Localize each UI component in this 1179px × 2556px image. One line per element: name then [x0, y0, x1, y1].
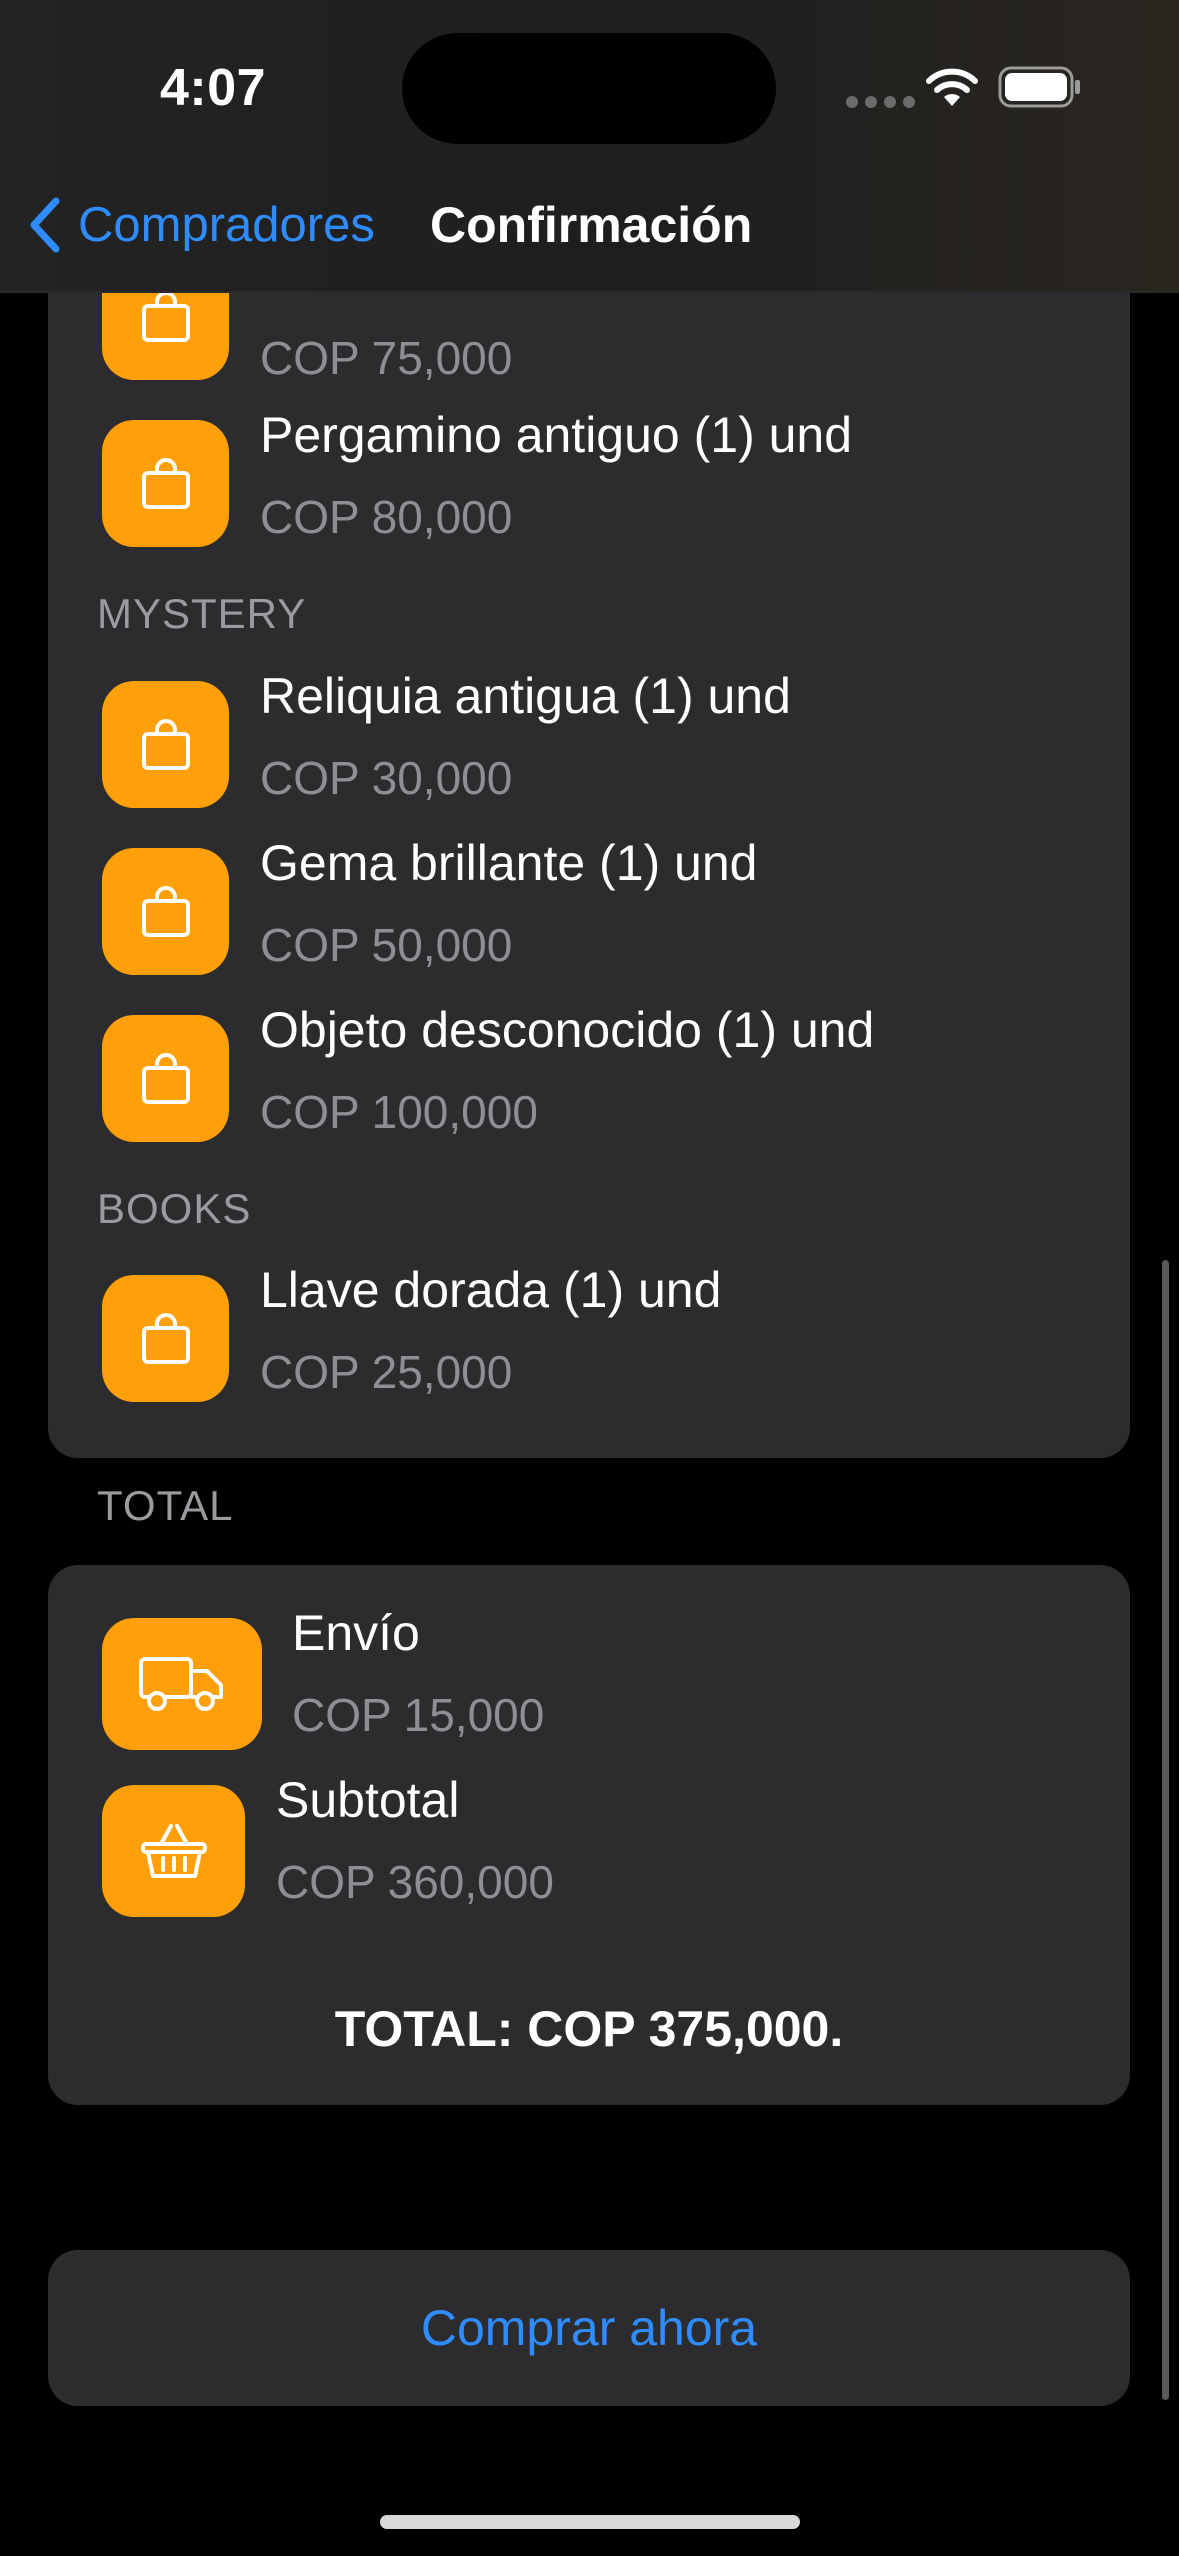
- item-price: COP 100,000: [260, 1086, 538, 1138]
- wifi-icon: [926, 68, 978, 106]
- item-title: Pergamino antiguo (1) und: [260, 407, 853, 463]
- order-total: TOTAL: COP 375,000.: [334, 2001, 844, 2057]
- battery-icon: [998, 66, 1080, 108]
- subtotal-price: COP 360,000: [276, 1856, 554, 1908]
- home-indicator[interactable]: [380, 2515, 800, 2529]
- section-header-mystery: MYSTERY: [97, 590, 307, 637]
- page-title: Confirmación: [430, 197, 753, 253]
- buy-now-button[interactable]: Comprar ahora: [48, 2250, 1130, 2406]
- item-title: Gema brillante (1) und: [260, 835, 758, 891]
- item-price: COP 75,000: [260, 332, 513, 384]
- bag-icon: [102, 848, 229, 975]
- shipping-title: Envío: [292, 1605, 420, 1661]
- back-button[interactable]: Compradores: [24, 190, 375, 260]
- item-price: COP 80,000: [260, 491, 513, 543]
- item-price: COP 25,000: [260, 1346, 513, 1398]
- subtotal-title: Subtotal: [276, 1772, 460, 1828]
- item-title: Reliquia antigua (1) und: [260, 668, 791, 724]
- scroll-indicator[interactable]: [1162, 1260, 1169, 2400]
- bag-icon: [102, 1015, 229, 1142]
- item-title: Objeto desconocido (1) und: [260, 1002, 875, 1058]
- bag-icon: [102, 1275, 229, 1402]
- item-price: COP 30,000: [260, 752, 513, 804]
- basket-icon: [102, 1785, 245, 1917]
- item-title: Llave dorada (1) und: [260, 1262, 722, 1318]
- truck-icon: [102, 1618, 262, 1750]
- chevron-left-icon: [30, 197, 60, 253]
- back-button-label: Compradores: [78, 198, 375, 252]
- bag-icon: [102, 420, 229, 547]
- cellular-signal-icon: [846, 96, 915, 108]
- status-time: 4:07: [160, 59, 267, 117]
- dynamic-island: [402, 33, 776, 144]
- section-header-total: TOTAL: [97, 1482, 234, 1529]
- buy-now-label: Comprar ahora: [420, 2300, 758, 2356]
- section-header-books: BOOKS: [97, 1185, 252, 1232]
- bag-icon: [102, 681, 229, 808]
- navigation-bar: 4:07 Compradores Confirmación: [0, 0, 1179, 293]
- item-price: COP 50,000: [260, 919, 513, 971]
- shipping-price: COP 15,000: [292, 1689, 545, 1741]
